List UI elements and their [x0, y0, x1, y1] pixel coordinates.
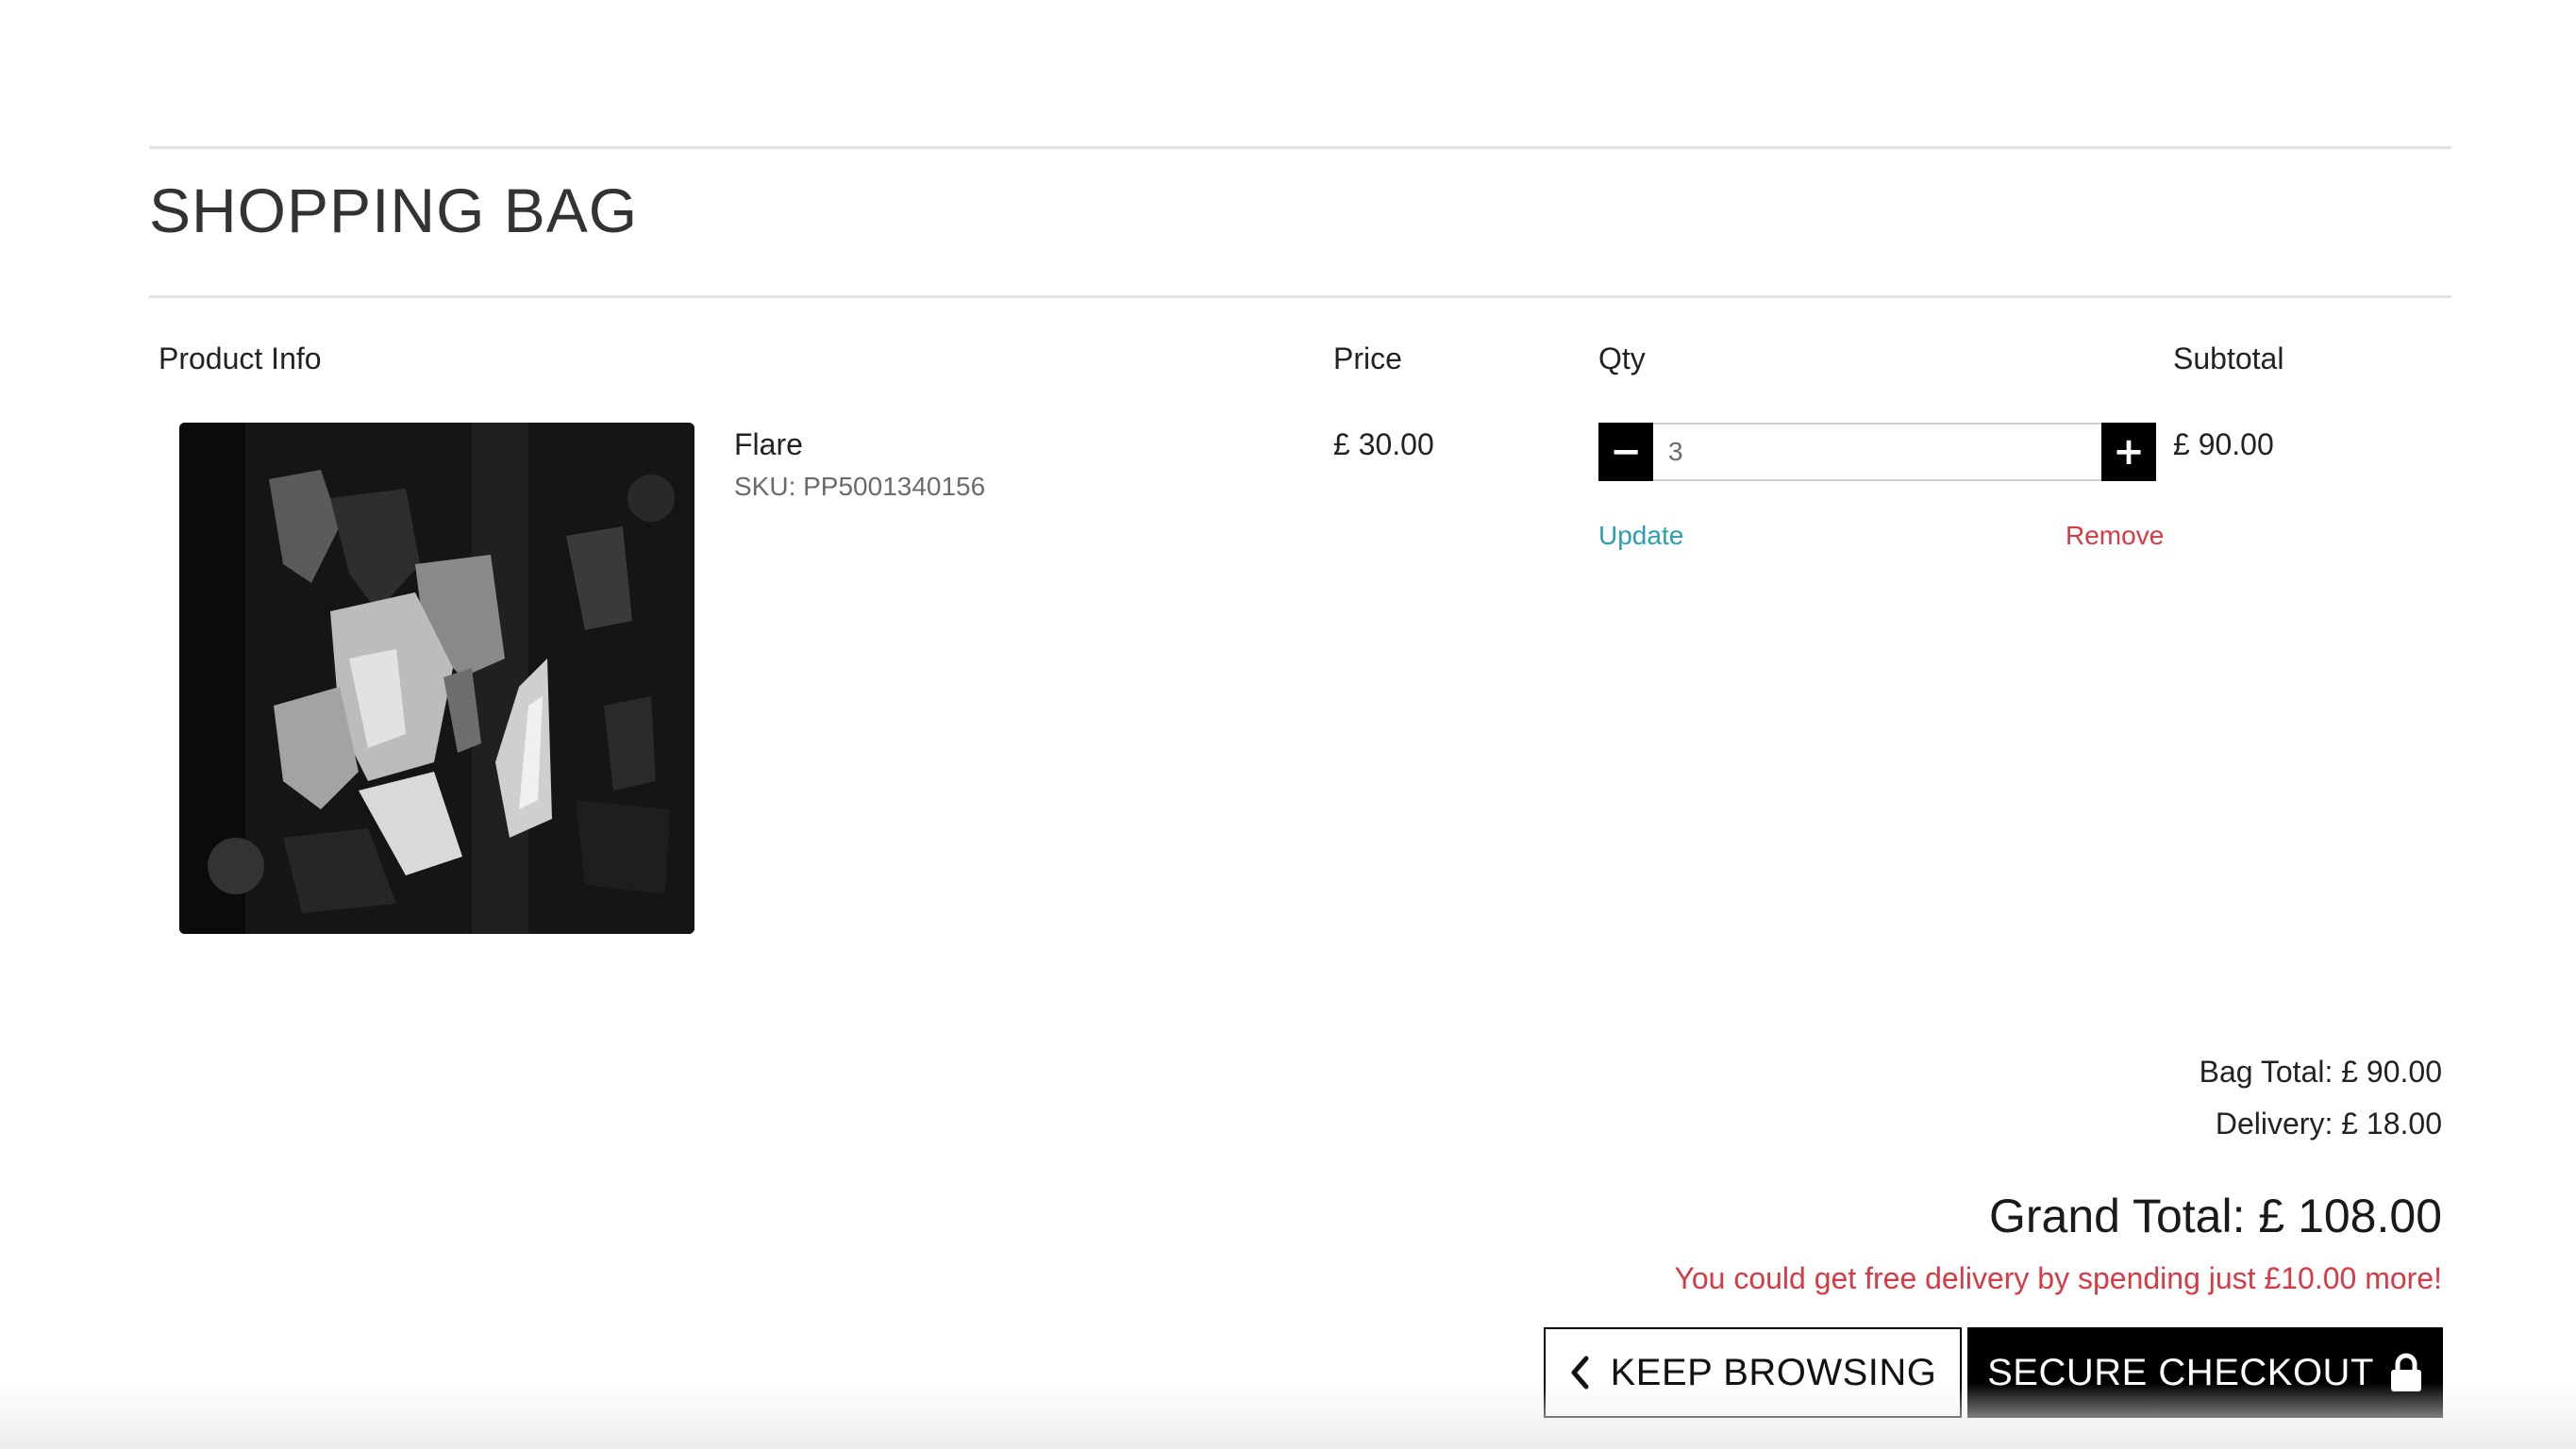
title-divider — [149, 295, 2451, 298]
header-price: Price — [1333, 341, 1402, 375]
remove-link[interactable]: Remove — [2066, 521, 2164, 551]
delivery-cost: Delivery: £ 18.00 — [2215, 1107, 2442, 1141]
product-sku: SKU: PP5001340156 — [734, 472, 986, 501]
line-subtotal: £ 90.00 — [2173, 427, 2274, 461]
free-delivery-message: You could get free delivery by spending … — [1674, 1261, 2442, 1295]
increment-quantity-button[interactable]: + — [2101, 423, 2156, 481]
quantity-stepper: − + — [1598, 423, 2156, 481]
header-product-info: Product Info — [159, 341, 322, 375]
quantity-input[interactable] — [1653, 423, 2101, 481]
page-title: SHOPPING BAG — [149, 175, 639, 245]
shopping-bag-page: SHOPPING BAG Product Info Price Qty Subt… — [0, 0, 2576, 1449]
header-subtotal: Subtotal — [2173, 341, 2284, 375]
product-image — [179, 423, 694, 934]
grand-total: Grand Total: £ 108.00 — [1989, 1190, 2442, 1242]
product-price: £ 30.00 — [1333, 427, 1434, 461]
product-name[interactable]: Flare — [734, 427, 803, 462]
header-qty: Qty — [1598, 341, 1646, 375]
update-link[interactable]: Update — [1598, 521, 1683, 551]
decrement-quantity-button[interactable]: − — [1598, 423, 1653, 481]
bag-total: Bag Total: £ 90.00 — [2199, 1055, 2442, 1089]
bottom-edge-shadow — [0, 1383, 2576, 1449]
top-divider — [149, 146, 2451, 149]
